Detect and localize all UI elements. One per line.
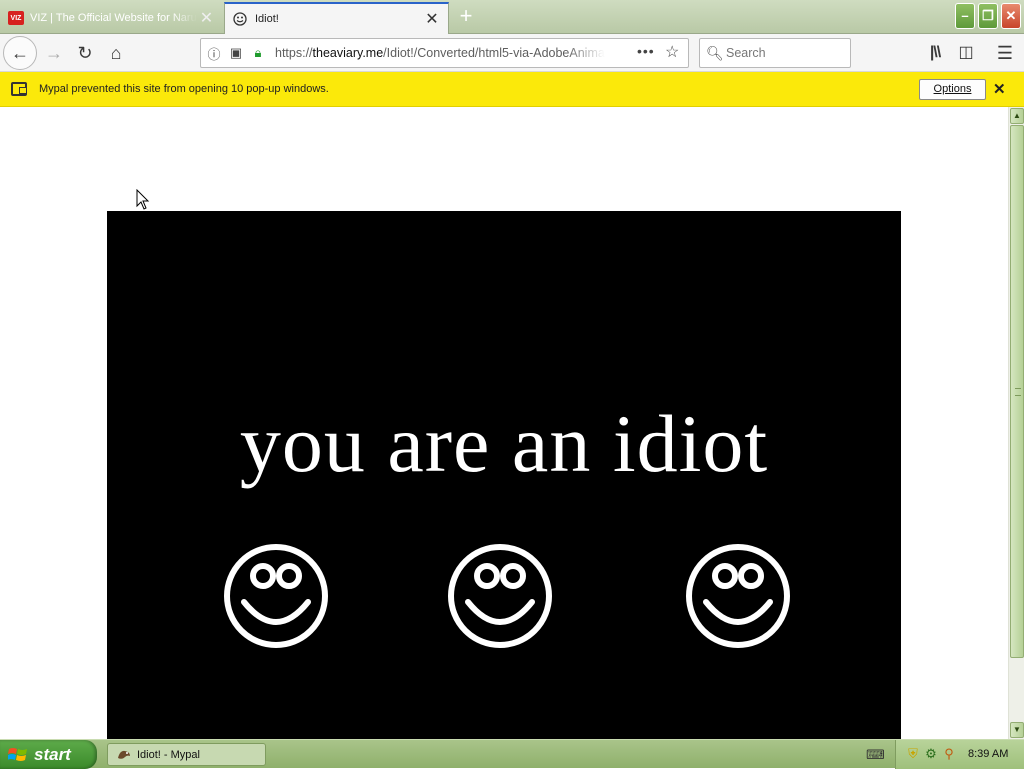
tab-title: Idiot! xyxy=(255,13,279,25)
tab-strip: VIZ VIZ | The Official Website for Narut… xyxy=(0,0,1024,34)
smiley-face-icon xyxy=(222,542,330,650)
scroll-up-button[interactable]: ▲ xyxy=(1010,108,1024,124)
search-key-icon[interactable]: ⚲ xyxy=(941,746,957,762)
windows-taskbar: start Idiot! - Mypal ⌨ ⛨ ⚙ ⚲ 8:39 AM xyxy=(0,739,1024,769)
popup-blocked-notification: Mypal prevented this site from opening 1… xyxy=(0,72,1024,107)
back-button[interactable]: ← xyxy=(3,36,37,70)
network-icon[interactable]: ⚙ xyxy=(923,746,939,762)
page-content: you are an idiot xyxy=(0,107,1008,739)
taskbar-item-label: Idiot! - Mypal xyxy=(137,748,200,761)
clock: 8:39 AM xyxy=(968,748,1009,760)
close-tab-icon[interactable]: ✕ xyxy=(197,8,216,28)
mouse-cursor-icon xyxy=(136,189,150,210)
lock-icon[interactable]: 🔒︎ xyxy=(249,45,267,61)
vertical-scrollbar[interactable]: ▲ ▼ xyxy=(1008,107,1024,739)
keyboard-icon[interactable]: ⌨ xyxy=(866,747,885,763)
options-button[interactable]: Options xyxy=(919,79,986,100)
maximize-button[interactable]: ❐ xyxy=(978,3,998,29)
tab-idiot[interactable]: Idiot! ✕ xyxy=(224,2,449,34)
start-label: start xyxy=(34,744,71,764)
scrollbar-grip xyxy=(1015,388,1021,396)
minimize-button[interactable]: – xyxy=(955,3,975,29)
smiley-face-icon xyxy=(684,542,792,650)
smiley-favicon-icon xyxy=(233,12,249,26)
home-button[interactable]: ⌂ xyxy=(101,38,131,68)
smiley-face-icon xyxy=(446,542,554,650)
scroll-down-button[interactable]: ▼ xyxy=(1010,722,1024,738)
search-icon: 🔍︎ xyxy=(706,44,724,61)
page-actions-icon[interactable]: ••• xyxy=(637,43,655,59)
reload-button[interactable]: ↻ xyxy=(70,38,100,68)
headline: you are an idiot xyxy=(239,398,769,489)
tab-viz[interactable]: VIZ VIZ | The Official Website for Narut… xyxy=(0,2,222,34)
system-tray: ⛨ ⚙ ⚲ 8:39 AM xyxy=(895,740,1024,769)
search-bar[interactable]: 🔍︎ xyxy=(699,38,851,68)
security-shield-icon[interactable]: ⛨ xyxy=(905,746,921,762)
info-icon[interactable]: ⓘ xyxy=(205,44,223,63)
popup-blocked-icon[interactable]: ▣ xyxy=(227,45,245,61)
close-window-button[interactable]: ✕ xyxy=(1001,3,1021,29)
url-bar[interactable]: ⓘ ▣ 🔒︎ https://theaviary.me/Idiot!/Conve… xyxy=(200,38,689,68)
navigation-toolbar: ← → ↻ ⌂ ⓘ ▣ 🔒︎ https://theaviary.me/Idio… xyxy=(0,34,1024,72)
popup-window-icon xyxy=(11,82,27,96)
animation-stage[interactable]: you are an idiot xyxy=(107,211,901,739)
tab-title: VIZ | The Official Website for Naruto xyxy=(30,12,198,24)
bookmark-star-icon[interactable]: ☆ xyxy=(665,42,679,62)
search-input[interactable] xyxy=(726,46,841,60)
hamburger-menu-icon[interactable]: ☰ xyxy=(992,40,1018,66)
close-notification-icon[interactable]: ✕ xyxy=(993,80,1006,98)
library-icon[interactable]: |\\ xyxy=(922,40,948,66)
viz-favicon-icon: VIZ xyxy=(8,11,24,25)
mypal-app-icon xyxy=(118,750,130,759)
taskbar-item-mypal[interactable]: Idiot! - Mypal xyxy=(107,743,266,766)
close-tab-icon[interactable]: ✕ xyxy=(422,9,442,29)
new-tab-button[interactable]: + xyxy=(453,4,479,30)
windows-logo-icon xyxy=(8,747,27,761)
sidebar-icon[interactable]: ◫ xyxy=(953,40,979,66)
url-text[interactable]: https://theaviary.me/Idiot!/Converted/ht… xyxy=(275,46,605,60)
start-button[interactable]: start xyxy=(0,740,97,769)
notification-text: Mypal prevented this site from opening 1… xyxy=(39,83,329,95)
scrollbar-thumb[interactable] xyxy=(1010,125,1024,658)
forward-button[interactable]: → xyxy=(39,38,69,68)
